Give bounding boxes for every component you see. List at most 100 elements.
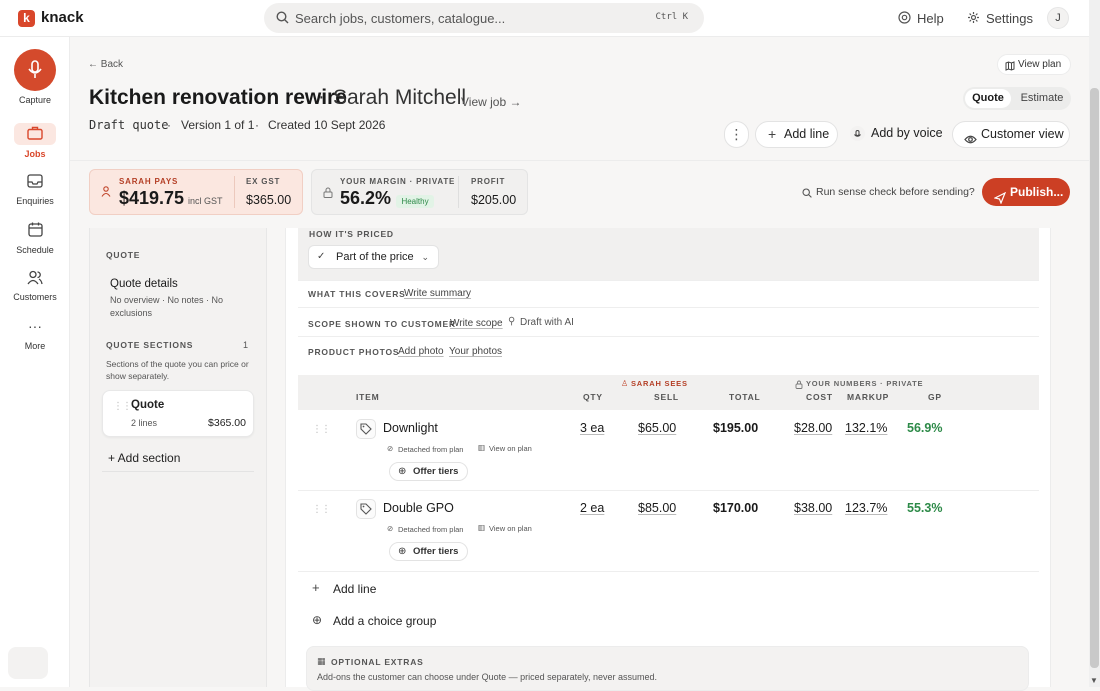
- search-check-icon: [802, 187, 812, 201]
- capture-button[interactable]: [14, 49, 56, 91]
- gear-icon: [967, 11, 980, 27]
- publish-label: Publish...: [1010, 185, 1064, 199]
- tag-icon: [356, 499, 376, 519]
- plus-circle-icon: ⊕: [398, 466, 407, 477]
- col-cost: COST: [806, 392, 833, 402]
- sense-check-link[interactable]: Run sense check before sending?: [816, 186, 975, 198]
- col-total: TOTAL: [729, 392, 761, 402]
- map-icon: ▥: [478, 523, 486, 532]
- microphone-icon: [850, 126, 865, 141]
- drag-handle-icon[interactable]: ⋮⋮: [312, 504, 331, 515]
- add-section-button[interactable]: + Add section: [108, 451, 180, 465]
- item-cost[interactable]: $38.00: [794, 501, 832, 515]
- col-markup: MARKUP: [847, 392, 890, 402]
- lock-icon: [323, 187, 333, 201]
- scroll-down-icon[interactable]: ▼: [1090, 676, 1098, 685]
- sidebar-item-enquiries[interactable]: Enquiries: [0, 196, 70, 206]
- search-icon: [276, 11, 289, 27]
- drag-handle-icon[interactable]: ⋮⋮: [113, 401, 132, 412]
- sidebar-item-jobs[interactable]: Jobs: [0, 149, 70, 159]
- sections-help: Sections of the quote you can price or s…: [106, 359, 249, 381]
- optional-extras-block: ▦ OPTIONAL EXTRAS Add-ons the customer c…: [306, 646, 1029, 691]
- add-line-label: Add line: [784, 127, 830, 141]
- item-qty[interactable]: 2 ea: [580, 501, 604, 515]
- add-line-row-button[interactable]: Add line: [333, 582, 376, 596]
- sections-count: 1: [243, 340, 249, 350]
- view-job-link[interactable]: View job →: [461, 95, 521, 109]
- scrollbar-thumb[interactable]: [1090, 88, 1099, 668]
- add-line-button[interactable]: + Add line: [755, 121, 838, 148]
- item-cost[interactable]: $28.00: [794, 421, 832, 435]
- avatar[interactable]: J: [1047, 7, 1069, 29]
- item-name[interactable]: Downlight: [383, 421, 438, 435]
- your-photos-link[interactable]: Your photos: [449, 346, 502, 357]
- write-scope-link[interactable]: Write scope: [450, 318, 503, 329]
- customer-pays-card: SARAH PAYS $419.75 incl GST EX GST $365.…: [89, 169, 303, 215]
- col-gp: GP: [928, 392, 942, 402]
- item-sell[interactable]: $85.00: [638, 501, 676, 515]
- lock-icon: [795, 378, 803, 392]
- pricing-mode-select[interactable]: ✓ Part of the price ⌄: [308, 245, 439, 269]
- item-qty[interactable]: 3 ea: [580, 421, 604, 435]
- settings-link[interactable]: Settings: [986, 11, 1033, 26]
- meta-separator: ·: [255, 118, 259, 132]
- offer-tiers-button[interactable]: ⊕ Offer tiers: [389, 542, 468, 561]
- help-link[interactable]: Help: [917, 11, 944, 26]
- view-plan-button[interactable]: View plan: [997, 54, 1071, 75]
- section-card-quote[interactable]: ⋮⋮ Quote 2 lines $365.00: [102, 390, 254, 437]
- tab-estimate[interactable]: Estimate: [1015, 89, 1069, 108]
- tab-quote[interactable]: Quote: [965, 89, 1011, 108]
- item-name[interactable]: Double GPO: [383, 501, 454, 515]
- profit-value: $205.00: [471, 193, 517, 207]
- offer-tiers-label: Offer tiers: [413, 546, 459, 557]
- sections-label: QUOTE SECTIONS: [106, 340, 194, 350]
- add-by-voice-label: Add by voice: [871, 126, 943, 140]
- back-link[interactable]: ← Back: [88, 59, 123, 70]
- section-lines: 2 lines: [131, 418, 158, 428]
- item-gp: 56.9%: [907, 421, 943, 435]
- drag-handle-icon[interactable]: ⋮⋮: [312, 424, 331, 435]
- client-name[interactable]: Sarah Mitchell: [333, 86, 466, 110]
- quote-details-title[interactable]: Quote details: [110, 278, 178, 290]
- send-icon: [993, 186, 1007, 214]
- item-sell[interactable]: $65.00: [638, 421, 676, 435]
- item-markup[interactable]: 132.1%: [845, 421, 887, 435]
- add-photo-link[interactable]: Add photo: [398, 346, 444, 357]
- search-bar[interactable]: Search jobs, customers, catalogue... Ctr…: [264, 3, 704, 33]
- app-name: knack: [41, 9, 84, 26]
- view-on-plan-link[interactable]: View on plan: [489, 444, 532, 453]
- capture-label: Capture: [18, 95, 52, 105]
- divider: [298, 280, 1039, 281]
- microphone-icon: [28, 60, 42, 78]
- person-icon: [101, 186, 111, 200]
- draft-with-ai-button[interactable]: Draft with AI: [520, 317, 574, 328]
- search-shortcut: Ctrl K: [655, 12, 688, 22]
- sidebar-item-schedule[interactable]: Schedule: [0, 245, 70, 255]
- sidebar-item-customers[interactable]: Customers: [0, 292, 70, 302]
- optional-extras-help: Add-ons the customer can choose under Qu…: [317, 672, 658, 682]
- customer-view-button[interactable]: Customer view: [952, 121, 1070, 148]
- margin-card: YOUR MARGIN · PRIVATE 56.2% PROFIT $205.…: [311, 169, 528, 215]
- offer-tiers-button[interactable]: ⊕ Offer tiers: [389, 462, 468, 481]
- map-icon: [1005, 59, 1015, 78]
- panel-heading: QUOTE: [106, 250, 141, 260]
- app-logo[interactable]: k: [18, 10, 35, 27]
- calendar-icon: [0, 222, 70, 240]
- sarah-sees-label: SARAH SEES: [631, 379, 688, 388]
- sidebar-bottom-widget[interactable]: [8, 647, 48, 679]
- divider: [298, 336, 1039, 337]
- magic-wand-icon: ⚲: [508, 316, 516, 327]
- meta-separator: ·: [167, 118, 171, 132]
- unlink-icon: ⊘: [387, 524, 394, 533]
- write-summary-link[interactable]: Write summary: [404, 288, 471, 299]
- publish-button[interactable]: Publish...: [982, 178, 1070, 206]
- view-on-plan-link[interactable]: View on plan: [489, 524, 532, 533]
- add-by-voice-button[interactable]: Add by voice: [842, 121, 948, 148]
- quote-estimate-toggle[interactable]: Quote Estimate: [963, 87, 1071, 110]
- item-markup[interactable]: 123.7%: [845, 501, 887, 515]
- search-placeholder: Search jobs, customers, catalogue...: [295, 11, 506, 26]
- sidebar-item-more[interactable]: More: [0, 341, 70, 351]
- add-choice-group-button[interactable]: Add a choice group: [333, 614, 436, 628]
- help-icon: [898, 11, 911, 27]
- more-actions-button[interactable]: ⋮: [724, 121, 749, 148]
